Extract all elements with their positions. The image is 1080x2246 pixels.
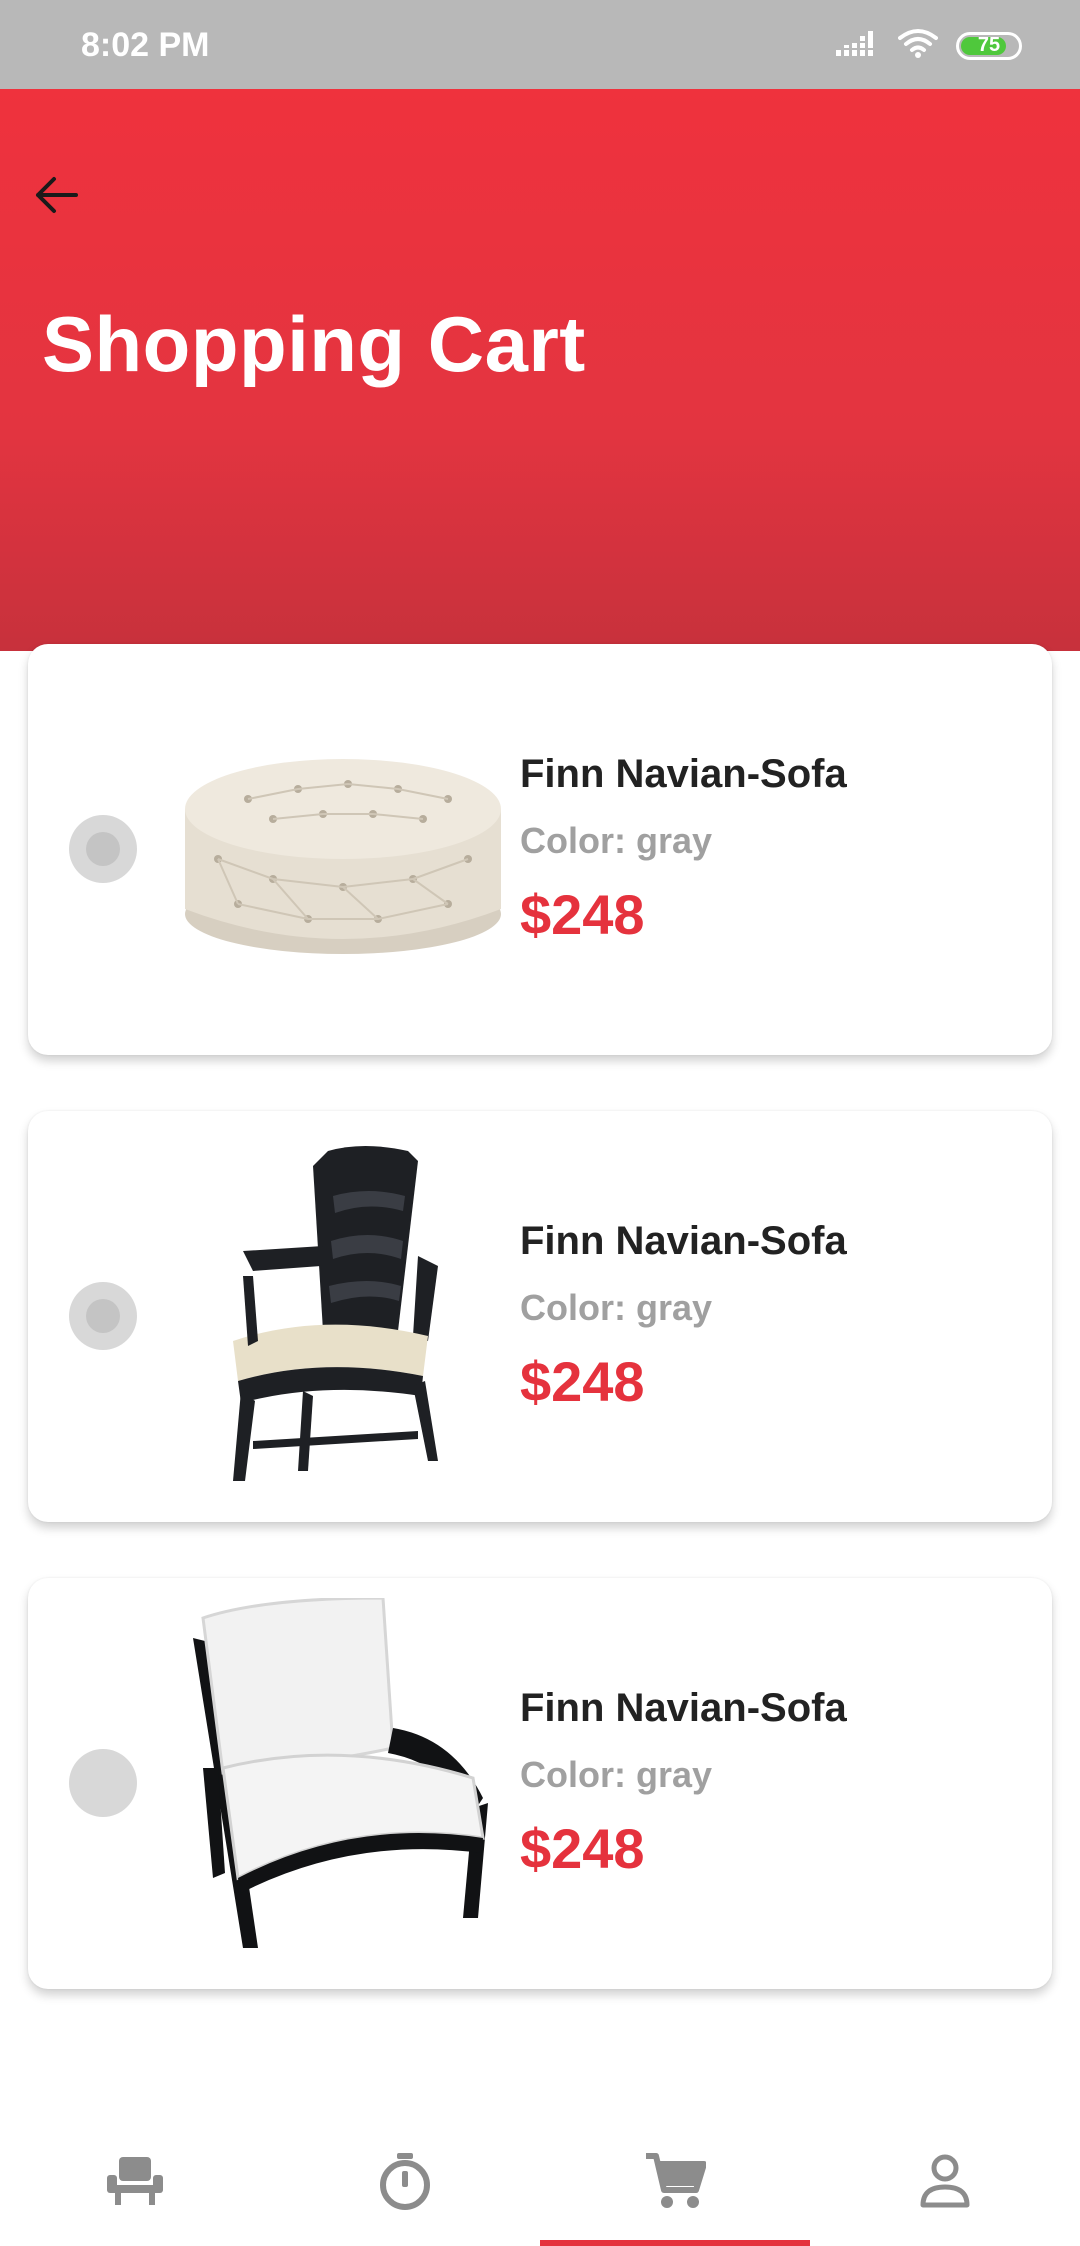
- radio-dot: [86, 1299, 120, 1333]
- cart-item-card[interactable]: Finn Navian-Sofa Color: gray $248: [28, 1578, 1052, 1989]
- nav-furniture-button[interactable]: [95, 2148, 175, 2218]
- nav-cart-button[interactable]: [635, 2148, 715, 2218]
- product-name: Finn Navian-Sofa: [520, 1219, 847, 1263]
- cart-icon: [644, 2152, 707, 2215]
- product-name: Finn Navian-Sofa: [520, 1686, 847, 1730]
- bottom-navigation: [0, 2120, 1080, 2246]
- select-radio[interactable]: [69, 1749, 137, 1817]
- radio-dot: [86, 832, 120, 866]
- wifi-icon: [898, 28, 938, 63]
- battery-level-text: 75: [977, 34, 1001, 56]
- app-screen: 8:02 PM 75 Shopping Cart Finn Navian-Sof…: [0, 0, 1080, 2246]
- back-button[interactable]: [28, 169, 84, 225]
- nav-timer-button[interactable]: [365, 2148, 445, 2218]
- select-radio[interactable]: [69, 815, 137, 883]
- product-price: $248: [520, 1350, 645, 1413]
- arrow-left-icon: [32, 171, 80, 224]
- nav-profile-button[interactable]: [905, 2148, 985, 2218]
- active-tab-indicator: [540, 2240, 810, 2246]
- cushioned-lounge-chair-image: [173, 1598, 513, 1958]
- product-name: Finn Navian-Sofa: [520, 752, 847, 796]
- product-color: Color: gray: [520, 1754, 713, 1795]
- product-color: Color: gray: [520, 820, 713, 861]
- chair-icon: [105, 2155, 165, 2212]
- product-price: $248: [520, 1817, 645, 1880]
- status-icons: 75: [836, 28, 1022, 63]
- status-time: 8:02 PM: [81, 26, 210, 64]
- product-price: $248: [520, 883, 645, 946]
- status-bar: 8:02 PM 75: [0, 0, 1080, 89]
- person-icon: [919, 2153, 971, 2214]
- header: Shopping Cart: [0, 89, 1080, 651]
- carved-armchair-image: [173, 1141, 513, 1491]
- product-color: Color: gray: [520, 1287, 713, 1328]
- timer-icon: [377, 2151, 433, 2216]
- page-title: Shopping Cart: [42, 300, 586, 388]
- cart-item-card[interactable]: Finn Navian-Sofa Color: gray $248: [28, 644, 1052, 1055]
- cart-item-card[interactable]: Finn Navian-Sofa Color: gray $248: [28, 1111, 1052, 1522]
- select-radio[interactable]: [69, 1282, 137, 1350]
- battery-indicator: 75: [956, 31, 1022, 60]
- tufted-ottoman-image: [173, 674, 513, 1024]
- signal-icon: [836, 29, 880, 62]
